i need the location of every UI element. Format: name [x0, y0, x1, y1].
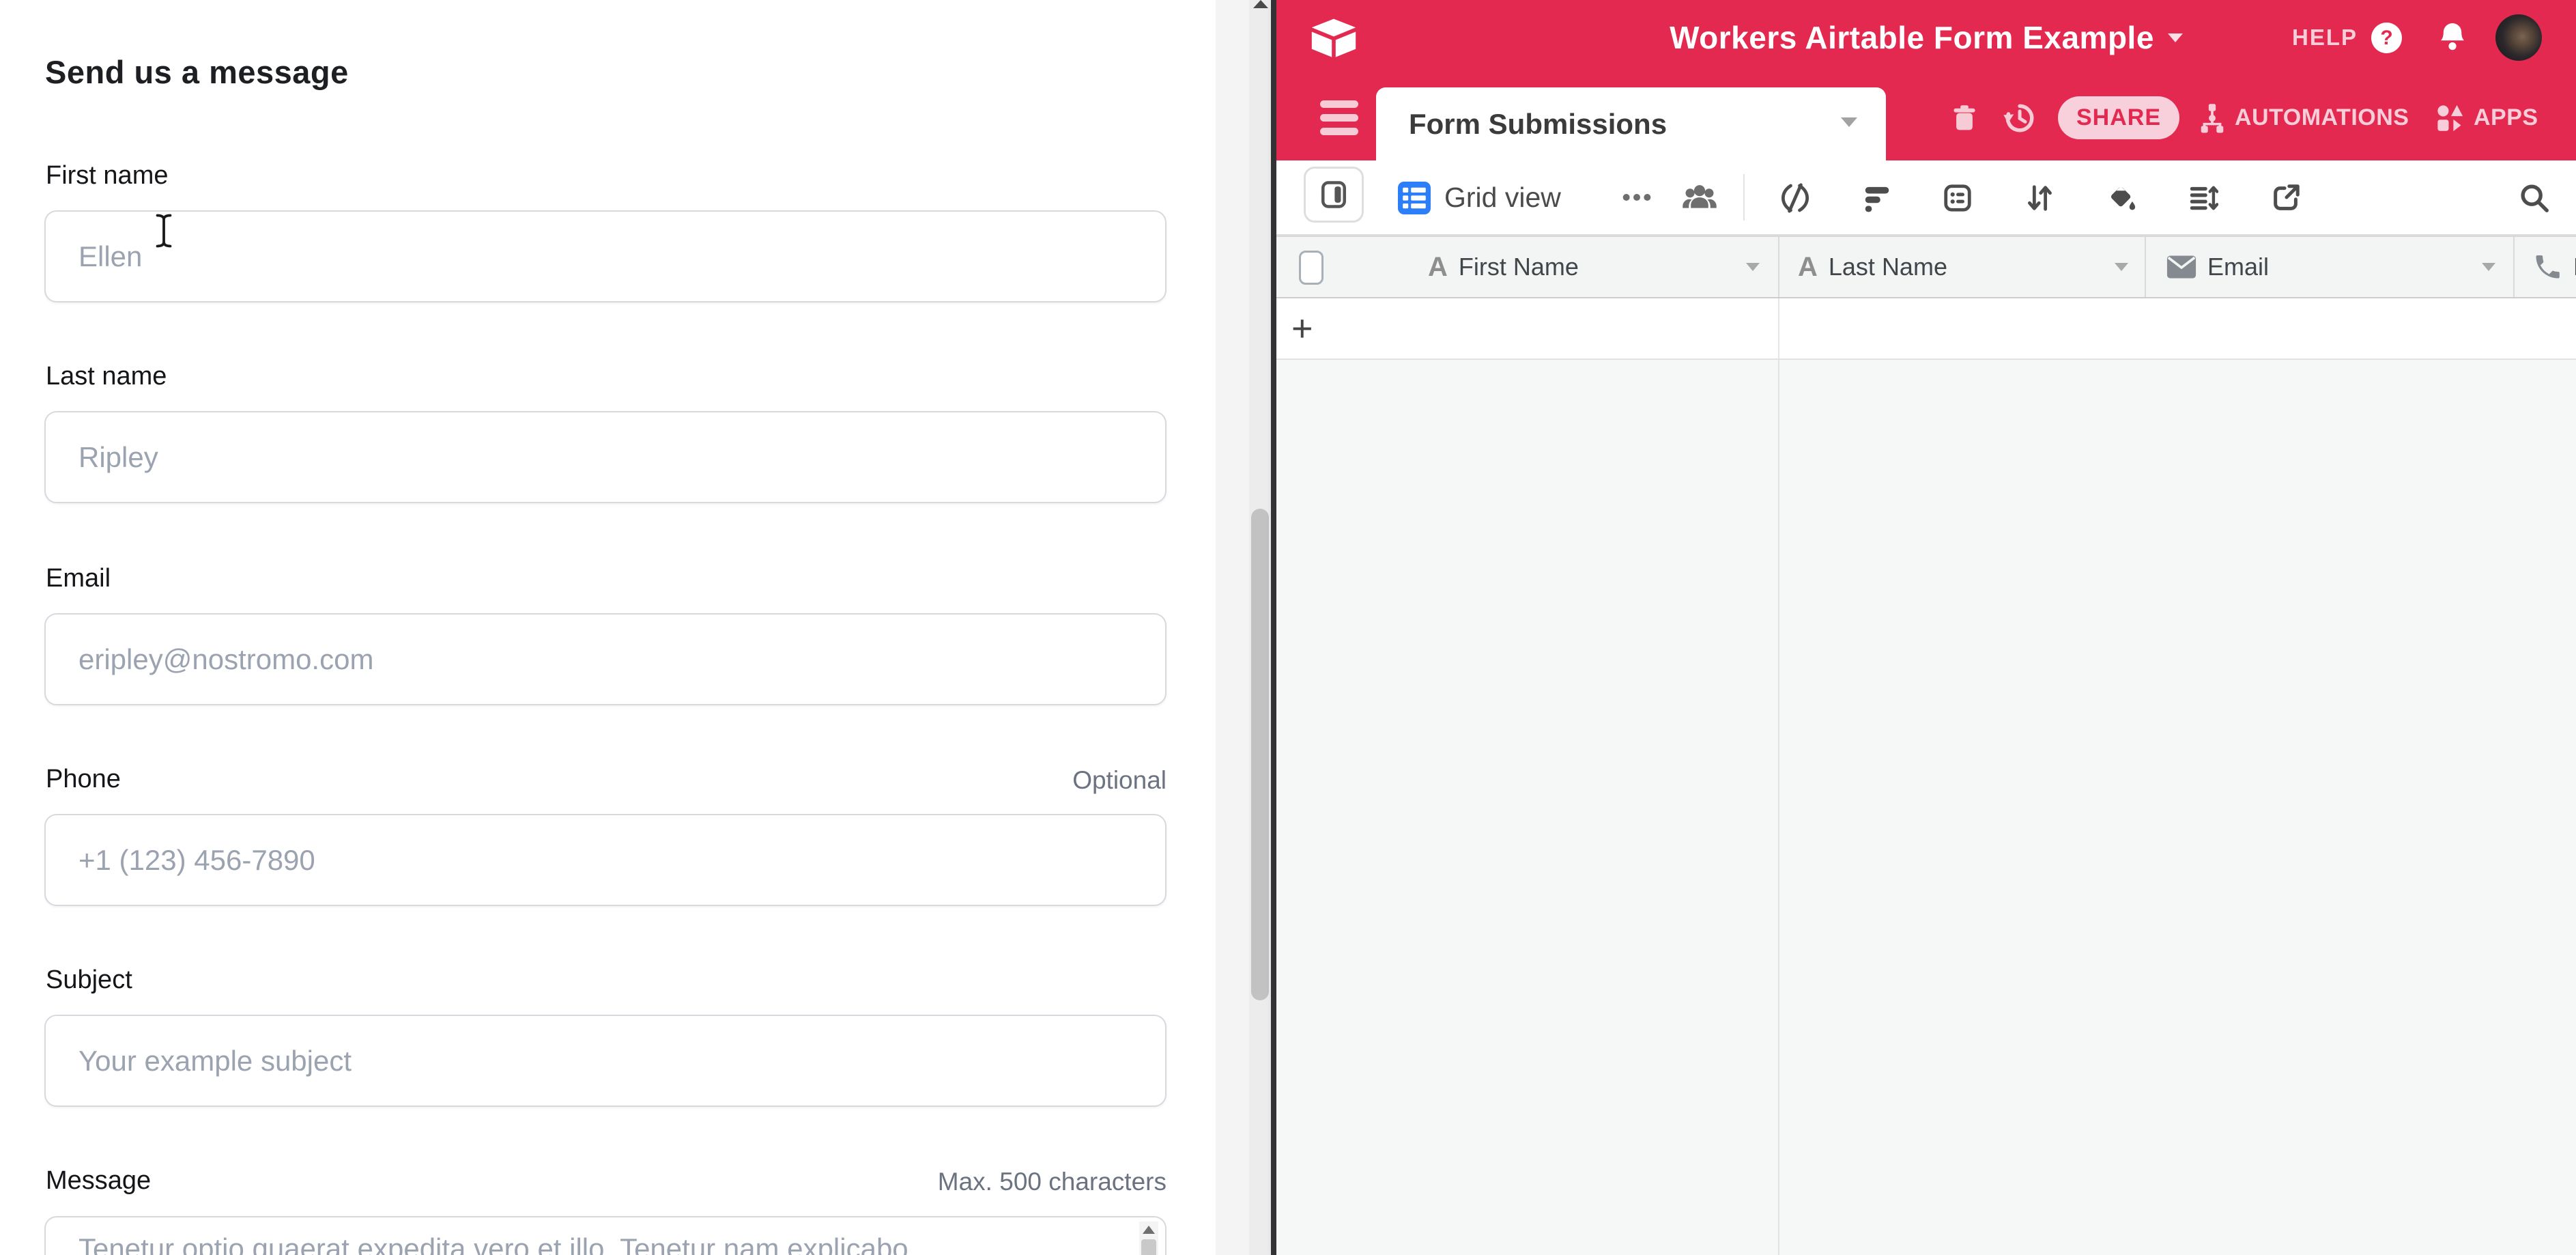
- contact-form-pane: Send us a message First name Last name E…: [0, 0, 1216, 1255]
- apps-shapes-icon: [2434, 102, 2465, 134]
- phone-icon: [2532, 252, 2562, 282]
- form-title: Send us a message: [45, 53, 349, 91]
- history-icon[interactable]: [2001, 101, 2035, 135]
- trash-icon[interactable]: [1949, 102, 1979, 134]
- automations-flowchart-icon: [2196, 102, 2228, 134]
- sidebar-panel-icon: [1319, 177, 1348, 212]
- page-scroll-up-arrow-icon[interactable]: [1253, 0, 1268, 8]
- table-tab-caret-icon[interactable]: [1841, 117, 1857, 127]
- subject-input[interactable]: [44, 1015, 1167, 1107]
- column-header-first-name[interactable]: A First Name: [1428, 237, 1579, 297]
- phone-optional-hint: Optional: [683, 766, 1167, 795]
- share-view-icon[interactable]: [2270, 182, 2302, 214]
- page-scrollbar[interactable]: [1216, 0, 1271, 1255]
- base-title-caret-icon[interactable]: [2168, 33, 2183, 42]
- tables-menu-icon[interactable]: [1320, 100, 1358, 141]
- column-separator[interactable]: [2145, 237, 2146, 297]
- view-toolbar: Grid view: [1276, 160, 2576, 236]
- automations-button[interactable]: AUTOMATIONS: [2196, 75, 2409, 160]
- automations-label: AUTOMATIONS: [2235, 104, 2409, 131]
- color-icon[interactable]: [2106, 182, 2138, 214]
- textarea-scrollbar-thumb[interactable]: [1141, 1239, 1156, 1255]
- subject-label: Subject: [46, 965, 132, 995]
- email-envelope-icon: [2166, 255, 2196, 279]
- view-more-ellipsis-icon[interactable]: [1621, 191, 1652, 204]
- column-header-email[interactable]: Email: [2166, 237, 2269, 297]
- first-name-label: First name: [46, 161, 168, 191]
- search-icon[interactable]: [2519, 182, 2550, 214]
- first-name-input[interactable]: [44, 210, 1167, 302]
- apps-button[interactable]: APPS: [2434, 75, 2538, 160]
- column-caret-icon[interactable]: [2115, 263, 2128, 271]
- message-placeholder: Tenetur optio quaerat expedita vero et i…: [78, 1232, 908, 1255]
- view-name-button[interactable]: Grid view: [1444, 160, 1561, 234]
- grid-view-icon[interactable]: [1398, 182, 1431, 214]
- email-label: Email: [46, 564, 111, 593]
- add-row[interactable]: +: [1276, 298, 2576, 360]
- table-tab-label: Form Submissions: [1409, 87, 1667, 160]
- user-avatar[interactable]: [2495, 14, 2542, 61]
- sort-icon[interactable]: [2024, 182, 2055, 214]
- page-scrollbar-thumb[interactable]: [1251, 509, 1269, 1000]
- views-sidebar-toggle-button[interactable]: [1304, 167, 1364, 223]
- apps-label: APPS: [2474, 104, 2538, 131]
- hide-fields-icon[interactable]: [1779, 182, 1811, 214]
- text-cursor-icon: [150, 213, 177, 249]
- scroll-up-arrow-icon[interactable]: [1143, 1226, 1155, 1234]
- last-name-input[interactable]: [44, 411, 1167, 503]
- column-separator[interactable]: [2513, 237, 2515, 297]
- add-row-plus-icon[interactable]: +: [1291, 298, 1313, 358]
- airtable-window: Workers Airtable Form Example HELP ? For…: [1276, 0, 2576, 1255]
- column-separator: [1778, 298, 1779, 358]
- help-question-icon[interactable]: ?: [2371, 23, 2402, 53]
- phone-input[interactable]: [44, 814, 1167, 906]
- message-maxchars-hint: Max. 500 characters: [683, 1168, 1167, 1196]
- message-textarea[interactable]: Tenetur optio quaerat expedita vero et i…: [44, 1216, 1167, 1255]
- table-tab-form-submissions[interactable]: Form Submissions: [1376, 87, 1886, 160]
- select-all-checkbox[interactable]: [1299, 251, 1323, 285]
- screen: Send us a message First name Last name E…: [0, 0, 2576, 1255]
- grid-body[interactable]: [1276, 360, 2576, 1255]
- column-header-last-name[interactable]: A Last Name: [1798, 237, 1947, 297]
- row-height-icon[interactable]: [2187, 182, 2218, 214]
- phone-label: Phone: [46, 765, 121, 794]
- column-separator: [1778, 360, 1779, 1255]
- textarea-scrollbar[interactable]: [1139, 1222, 1158, 1255]
- single-line-text-icon: A: [1798, 252, 1818, 283]
- filter-icon[interactable]: [1861, 182, 1893, 214]
- column-caret-icon[interactable]: [2482, 263, 2495, 271]
- column-header-phone[interactable]: Phone: [2532, 237, 2576, 297]
- grid-column-headers: A First Name A Last Name Email: [1276, 236, 2576, 298]
- last-name-label: Last name: [46, 362, 167, 391]
- view-name-label: Grid view: [1444, 182, 1561, 214]
- single-line-text-icon: A: [1428, 252, 1448, 283]
- column-caret-icon[interactable]: [1746, 263, 1760, 271]
- share-button[interactable]: SHARE: [2058, 96, 2179, 139]
- help-menu[interactable]: HELP: [2292, 0, 2358, 75]
- base-title[interactable]: Workers Airtable Form Example: [1670, 19, 2154, 56]
- collaborators-icon[interactable]: [1680, 180, 1719, 216]
- toolbar-divider: [1743, 174, 1745, 221]
- group-icon[interactable]: [1942, 182, 1973, 214]
- airtable-tabbar: Form Submissions SHARE: [1276, 75, 2576, 160]
- airtable-topbar: Workers Airtable Form Example HELP ?: [1276, 0, 2576, 75]
- notifications-bell-icon[interactable]: [2436, 21, 2469, 54]
- email-input[interactable]: [44, 613, 1167, 705]
- message-label: Message: [46, 1166, 151, 1196]
- window-edge-divider: [1271, 0, 1276, 1255]
- column-separator[interactable]: [1778, 237, 1779, 297]
